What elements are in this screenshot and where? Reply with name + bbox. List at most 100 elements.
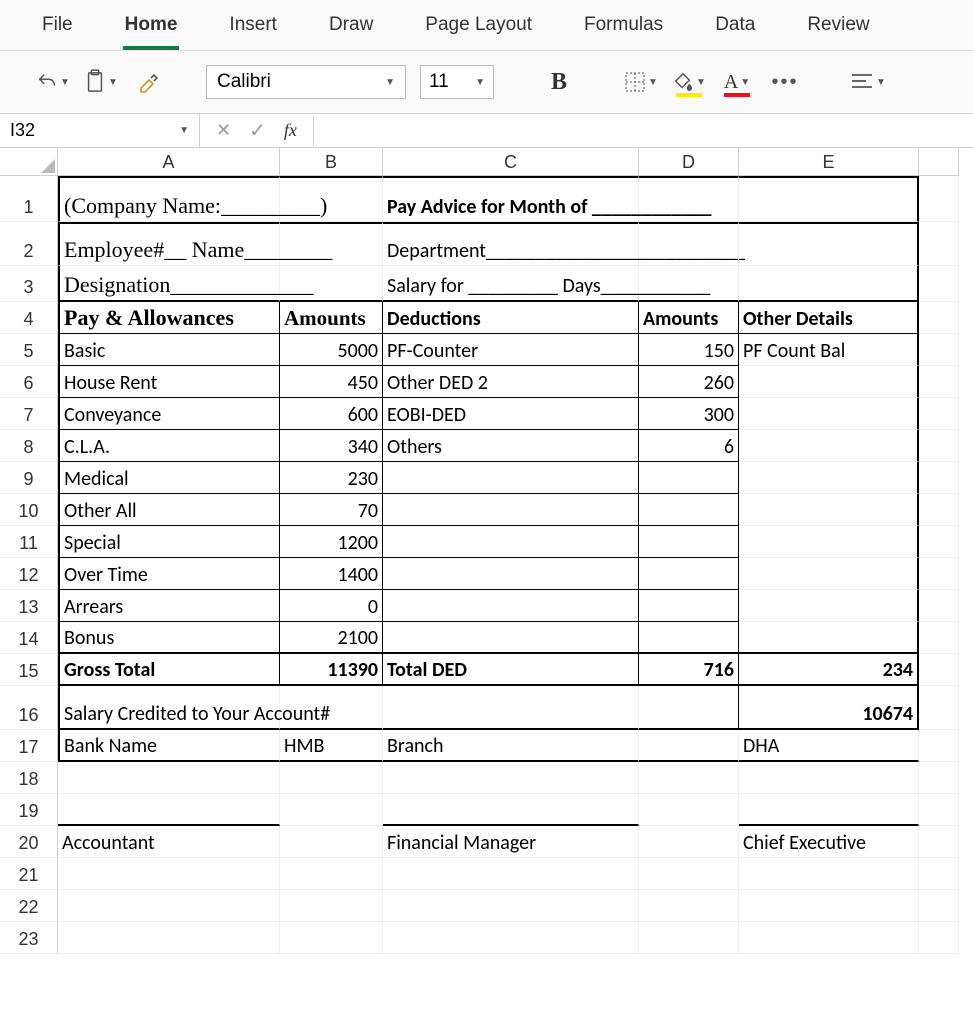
cell[interactable]: 0 (280, 590, 383, 622)
cell[interactable] (739, 590, 919, 622)
row-header[interactable]: 12 (0, 558, 58, 590)
tab-file[interactable]: File (40, 8, 75, 50)
fx-icon[interactable]: fx (284, 120, 297, 141)
cell[interactable] (383, 558, 639, 590)
row-header[interactable]: 14 (0, 622, 58, 654)
row-header[interactable]: 16 (0, 686, 58, 730)
cell[interactable] (919, 654, 959, 686)
align-button[interactable]: ▼ (850, 65, 886, 99)
cell[interactable]: Deductions (383, 302, 639, 334)
cell[interactable]: DHA (739, 730, 919, 762)
row-header[interactable]: 3 (0, 266, 58, 302)
cell[interactable] (739, 858, 919, 890)
cell[interactable]: Chief Executive (739, 826, 919, 858)
more-button[interactable]: ••• (768, 65, 802, 99)
bold-button[interactable]: B (542, 65, 576, 99)
cell[interactable] (639, 922, 739, 954)
cell[interactable] (639, 222, 739, 266)
format-painter-button[interactable] (132, 65, 166, 99)
cell[interactable]: HMB (280, 730, 383, 762)
cell[interactable] (58, 794, 280, 826)
cell[interactable] (280, 922, 383, 954)
paste-button[interactable]: ▼ (84, 65, 118, 99)
cell[interactable] (280, 222, 383, 266)
col-header[interactable] (919, 148, 959, 176)
cell[interactable] (919, 794, 959, 826)
cell[interactable]: 234 (739, 654, 919, 686)
cell[interactable]: Branch (383, 730, 639, 762)
cell[interactable] (919, 890, 959, 922)
cell[interactable] (383, 794, 639, 826)
cell[interactable]: 70 (280, 494, 383, 526)
cell[interactable] (739, 794, 919, 826)
cell[interactable]: 1200 (280, 526, 383, 558)
cell[interactable] (919, 730, 959, 762)
cell[interactable]: Conveyance (58, 398, 280, 430)
col-header[interactable]: B (280, 148, 383, 176)
cell[interactable] (739, 462, 919, 494)
tab-page-layout[interactable]: Page Layout (423, 8, 534, 50)
cell[interactable] (280, 176, 383, 222)
cell[interactable] (383, 922, 639, 954)
cell[interactable]: Amounts (639, 302, 739, 334)
cell[interactable] (739, 366, 919, 398)
cell[interactable] (739, 494, 919, 526)
cell[interactable] (58, 922, 280, 954)
cell[interactable] (919, 826, 959, 858)
cell[interactable] (739, 762, 919, 794)
cell[interactable] (919, 494, 959, 526)
font-size-select[interactable]: 11 ▼ (420, 65, 494, 99)
cell[interactable]: Amounts (280, 302, 383, 334)
cell[interactable]: 600 (280, 398, 383, 430)
cell[interactable]: House Rent (58, 366, 280, 398)
cell[interactable] (639, 826, 739, 858)
cell[interactable]: Over Time (58, 558, 280, 590)
cell[interactable] (639, 526, 739, 558)
cell[interactable]: Other DED 2 (383, 366, 639, 398)
cell[interactable] (919, 622, 959, 654)
font-select[interactable]: Calibri ▼ (206, 65, 406, 99)
cell[interactable]: Arrears (58, 590, 280, 622)
cell[interactable] (639, 730, 739, 762)
cell[interactable] (919, 590, 959, 622)
cell[interactable]: Salary for _________ Days___________ (383, 266, 639, 302)
cell[interactable]: 450 (280, 366, 383, 398)
undo-button[interactable]: ▼ (36, 65, 70, 99)
formula-input[interactable] (313, 116, 973, 146)
cell[interactable]: PF Count Bal (739, 334, 919, 366)
cell[interactable] (639, 590, 739, 622)
cell[interactable] (383, 526, 639, 558)
cell[interactable] (919, 366, 959, 398)
cell[interactable]: Department__________________________ (383, 222, 639, 266)
cell[interactable] (919, 762, 959, 794)
cell[interactable] (639, 622, 739, 654)
cell[interactable] (639, 558, 739, 590)
row-header[interactable]: 2 (0, 222, 58, 266)
row-header[interactable]: 10 (0, 494, 58, 526)
row-header[interactable]: 21 (0, 858, 58, 890)
cell[interactable] (383, 494, 639, 526)
row-header[interactable]: 7 (0, 398, 58, 430)
cell[interactable]: Pay & Allowances (58, 302, 280, 334)
row-header[interactable]: 15 (0, 654, 58, 686)
col-header[interactable]: C (383, 148, 639, 176)
cell[interactable]: Medical (58, 462, 280, 494)
cell[interactable] (639, 266, 739, 302)
cell[interactable] (919, 398, 959, 430)
tab-review[interactable]: Review (805, 8, 871, 50)
cell[interactable] (280, 686, 383, 730)
row-header[interactable]: 22 (0, 890, 58, 922)
cell[interactable] (383, 890, 639, 922)
cell[interactable]: 300 (639, 398, 739, 430)
cell[interactable] (383, 462, 639, 494)
cell[interactable] (383, 858, 639, 890)
cell[interactable] (739, 222, 919, 266)
tab-data[interactable]: Data (713, 8, 757, 50)
cell[interactable]: PF-Counter (383, 334, 639, 366)
cell[interactable] (739, 176, 919, 222)
row-header[interactable]: 11 (0, 526, 58, 558)
cell[interactable] (383, 590, 639, 622)
tab-formulas[interactable]: Formulas (582, 8, 665, 50)
col-header[interactable]: D (639, 148, 739, 176)
cell[interactable] (639, 890, 739, 922)
